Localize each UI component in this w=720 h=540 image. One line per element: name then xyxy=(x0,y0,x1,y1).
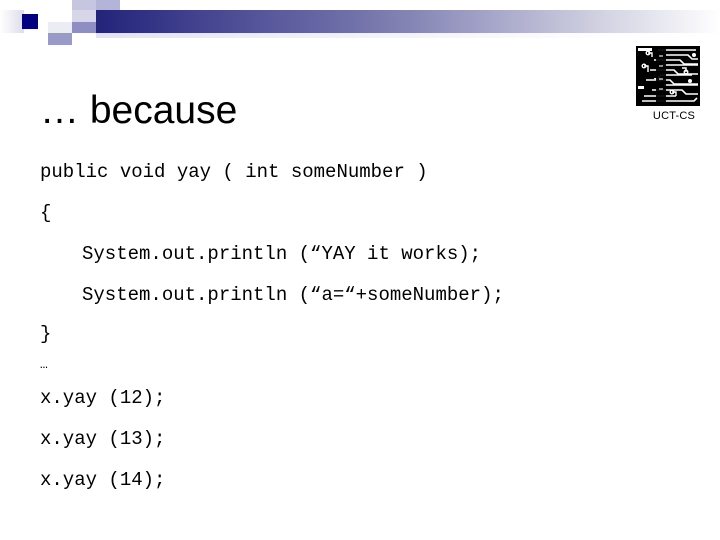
deco-square xyxy=(72,22,96,33)
circuit-board-logo-icon xyxy=(636,46,700,106)
code-line-ellipsis: … xyxy=(40,357,48,372)
code-body: public void yay ( int someNumber ) { Sys… xyxy=(40,152,700,501)
deco-square xyxy=(48,0,72,10)
code-line: x.yay (14); xyxy=(40,469,166,491)
logo-caption: UCT-CS xyxy=(652,110,696,122)
code-line: System.out.println (“a=“+someNumber); xyxy=(82,284,504,306)
deco-square xyxy=(72,10,96,22)
header-gradient-bar xyxy=(96,10,720,33)
deco-square xyxy=(0,10,24,33)
code-line: { xyxy=(40,202,52,224)
code-line: public void yay ( int someNumber ) xyxy=(40,161,428,183)
deco-square xyxy=(96,0,120,10)
header-gradient-bar-fade xyxy=(96,33,720,38)
deco-square xyxy=(72,0,96,10)
deco-square xyxy=(48,22,72,33)
code-line: } xyxy=(40,323,52,345)
slide-title: … because xyxy=(40,89,238,133)
code-line: x.yay (12); xyxy=(40,387,166,409)
logo-block: UCT-CS xyxy=(636,46,720,123)
code-line: System.out.println (“YAY it works); xyxy=(82,243,482,265)
deco-square xyxy=(48,33,72,45)
code-line: x.yay (13); xyxy=(40,428,166,450)
slide: … because UCT-CS public void yay (int s… xyxy=(0,0,720,540)
slide-decoration xyxy=(0,0,720,46)
deco-square xyxy=(22,14,38,29)
